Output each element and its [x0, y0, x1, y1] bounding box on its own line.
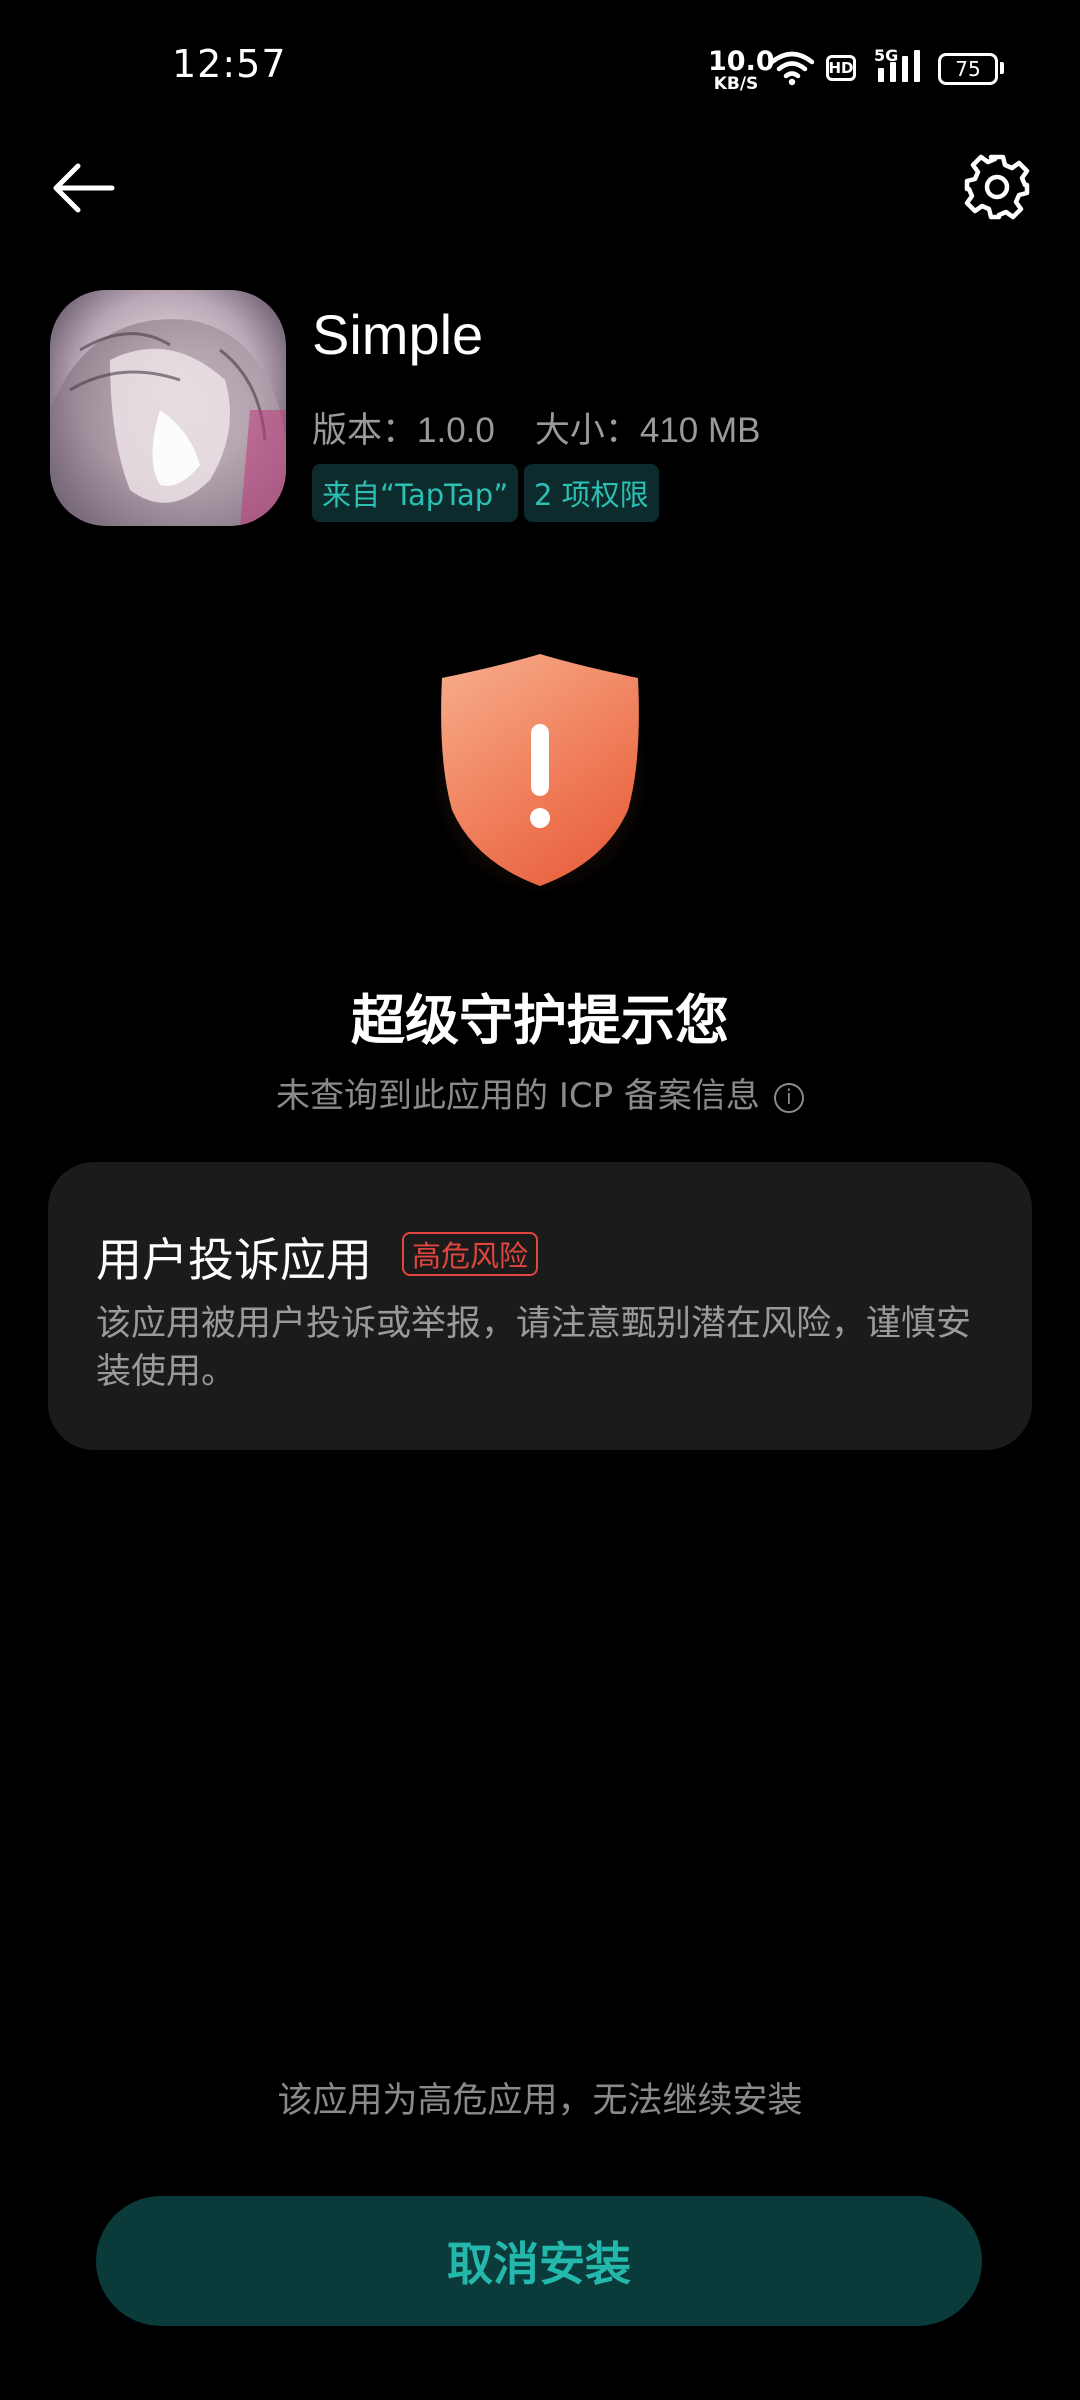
wifi-icon: [770, 51, 814, 86]
warning-headline: 超级守护提示您: [351, 989, 729, 1052]
cell-signal-icon: [878, 50, 920, 82]
risk-card-description: 该应用被用户投诉或举报，请注意甄别潜在风险，谨慎安装使用。: [96, 1304, 972, 1392]
battery-icon: 75: [938, 53, 998, 85]
source-chip[interactable]: 来自“TapTap”: [312, 464, 519, 522]
app-name: Simple: [312, 303, 484, 366]
app-icon: [50, 290, 286, 526]
permissions-chip[interactable]: 2 项权限: [524, 464, 659, 522]
hd-icon: HD: [826, 55, 856, 81]
icp-notice: 未查询到此应用的 ICP 备案信息: [276, 1076, 760, 1116]
app-version: 版本：1.0.0: [312, 411, 495, 450]
risk-card: 用户投诉应用 高危风险 该应用被用户投诉或举报，请注意甄别潜在风险，谨慎安装使用…: [48, 1162, 1032, 1450]
warning-subline: 未查询到此应用的 ICP 备案信息 i: [0, 1068, 1080, 1117]
battery-cap: [1000, 62, 1004, 74]
network-speed-value: 10.0: [708, 46, 775, 77]
install-blocked-notice: 该应用为高危应用，无法继续安装: [277, 2081, 803, 2121]
shield-alert-icon: [430, 654, 650, 895]
gear-icon[interactable]: [962, 152, 1032, 222]
network-speed: 10.0 KB/S: [708, 46, 775, 94]
status-time: 12:57: [172, 42, 287, 86]
app-size: 大小：410 MB: [534, 411, 761, 450]
risk-card-title: 用户投诉应用: [96, 1233, 372, 1287]
app-meta: 版本：1.0.0 大小：410 MB: [312, 402, 800, 453]
info-icon[interactable]: i: [773, 1082, 804, 1113]
cancel-install-button[interactable]: 取消安装: [96, 2196, 982, 2326]
arrow-left-icon[interactable]: [48, 156, 120, 228]
network-speed-unit: KB/S: [713, 74, 759, 94]
risk-badge: 高危风险: [402, 1232, 539, 1276]
